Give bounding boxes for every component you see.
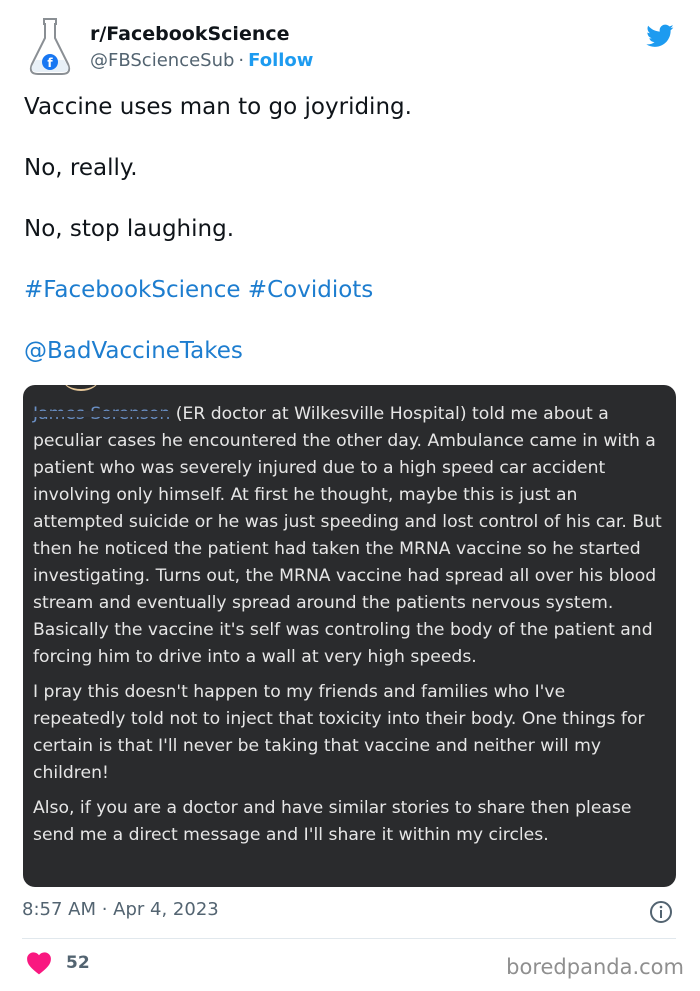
hashtags-link[interactable]: #FacebookScience #Covidiots xyxy=(24,275,674,305)
author-block: r/FacebookScience @FBScienceSub · Follow xyxy=(90,22,313,74)
redacted-name: James Sorenson xyxy=(33,404,171,424)
twitter-bird-icon[interactable] xyxy=(644,22,676,50)
avatar[interactable]: f xyxy=(22,16,78,78)
tweet-line: No, stop laughing. xyxy=(24,216,234,242)
flask-facebook-avatar-icon: f xyxy=(29,18,71,75)
svg-text:f: f xyxy=(47,56,53,70)
tweet-line: Vaccine uses man to go joyriding. xyxy=(24,94,412,120)
paragraph-1-text: (ER doctor at Wilkesville Hospital) told… xyxy=(33,404,662,667)
tweet-timestamp[interactable]: 8:57 AM · Apr 4, 2023 xyxy=(22,898,219,922)
profile-bubble-edge xyxy=(63,385,99,391)
screenshot-paragraph-3: Also, if you are a doctor and have simil… xyxy=(33,798,632,845)
watermark: boredpanda.com xyxy=(506,955,684,979)
follow-button[interactable]: Follow xyxy=(248,50,313,71)
info-icon[interactable] xyxy=(649,900,673,924)
author-sub: @FBScienceSub · Follow xyxy=(90,48,313,74)
likes-row: 52 xyxy=(26,950,90,976)
heart-icon[interactable] xyxy=(26,951,52,975)
tweet-header: f r/FacebookScience @FBScienceSub · Follow xyxy=(22,14,682,84)
divider xyxy=(22,938,676,939)
tweet-line: No, really. xyxy=(24,155,138,181)
like-count: 52 xyxy=(66,953,90,973)
separator-dot: · xyxy=(238,50,245,71)
author-name[interactable]: r/FacebookScience xyxy=(90,22,313,46)
tweet-text: Vaccine uses man to go joyriding. No, re… xyxy=(24,92,674,397)
screenshot-paragraph-1: James Sorenson (ER doctor at Wilkesville… xyxy=(33,401,663,671)
author-handle[interactable]: @FBScienceSub xyxy=(90,50,234,71)
embedded-screenshot[interactable]: James Sorenson (ER doctor at Wilkesville… xyxy=(23,385,676,887)
screenshot-paragraph-2: I pray this doesn't happen to my friends… xyxy=(33,682,645,783)
screenshot-text: James Sorenson (ER doctor at Wilkesville… xyxy=(33,401,663,857)
mention-link[interactable]: @BadVaccineTakes xyxy=(24,336,674,366)
